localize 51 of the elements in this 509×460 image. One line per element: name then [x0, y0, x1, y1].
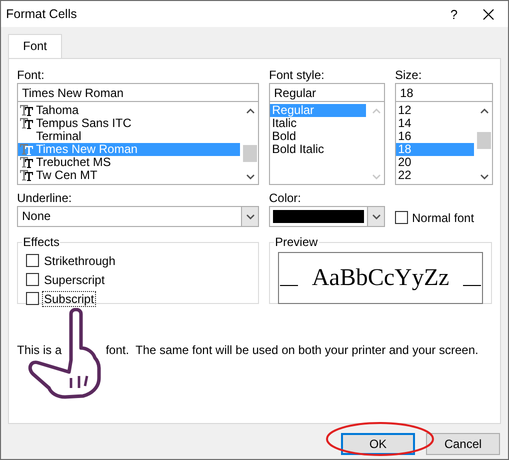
- checkbox[interactable]: [26, 254, 39, 267]
- checkbox[interactable]: [26, 292, 39, 305]
- list-item[interactable]: Bold Italic: [270, 143, 366, 156]
- list-item[interactable]: Bold: [270, 130, 366, 143]
- list-item[interactable]: 12: [396, 104, 474, 117]
- truetype-icon: [20, 118, 34, 129]
- field-label: Font:: [17, 68, 46, 83]
- scrollbar-thumb[interactable]: [477, 132, 491, 149]
- dialog-button[interactable]: Cancel: [426, 433, 500, 455]
- size-field[interactable]: 18: [395, 83, 493, 102]
- field-label: Color:: [269, 191, 302, 206]
- font-field[interactable]: Times New Roman: [17, 83, 259, 102]
- group-title: Preview: [274, 235, 319, 249]
- info-text: This is a: [17, 343, 62, 357]
- truetype-icon: [20, 170, 34, 181]
- checkbox-label[interactable]: Subscript: [42, 290, 96, 306]
- checkbox[interactable]: [26, 273, 39, 286]
- close-icon[interactable]: [483, 8, 494, 20]
- field-label: Underline:: [17, 191, 73, 206]
- list-item[interactable]: 20: [396, 156, 474, 169]
- checkbox-label[interactable]: Strikethrough: [42, 252, 118, 268]
- truetype-icon: [20, 144, 34, 155]
- list-item[interactable]: 22: [396, 169, 474, 182]
- info-text: font. The same font will be used on both your printer and your screen.: [106, 343, 478, 357]
- list-item[interactable]: Terminal: [18, 130, 240, 143]
- truetype-icon: [20, 157, 34, 168]
- list-item[interactable]: Tempus Sans ITC: [18, 117, 240, 130]
- color-dropdown[interactable]: [269, 206, 385, 227]
- list-item[interactable]: Italic: [270, 117, 366, 130]
- checkbox-label[interactable]: Normal font: [412, 210, 474, 224]
- list-item[interactable]: 14: [396, 117, 474, 130]
- preview-text: AaBbCcYyZz: [310, 264, 450, 292]
- window-title: Format Cells: [6, 7, 78, 21]
- dialog-button[interactable]: OK: [341, 433, 415, 455]
- list-item[interactable]: Tw Cen MT: [18, 169, 240, 182]
- underline-dropdown[interactable]: None: [17, 206, 259, 227]
- list-item[interactable]: Trebuchet MS: [18, 156, 240, 169]
- field-label: Font style:: [269, 68, 326, 83]
- scrollbar-thumb[interactable]: [243, 145, 257, 162]
- font-style-field[interactable]: Regular: [269, 83, 385, 102]
- checkbox[interactable]: [395, 211, 408, 224]
- field-label: Size:: [395, 68, 423, 83]
- checkbox-label[interactable]: Superscript: [42, 272, 107, 288]
- list-item[interactable]: 16: [396, 130, 474, 143]
- help-button[interactable]: ?: [439, 6, 469, 22]
- tab[interactable]: Font: [8, 34, 62, 58]
- caret-icon[interactable]: [372, 214, 380, 220]
- list-item[interactable]: Tahoma: [18, 104, 240, 117]
- caret-icon[interactable]: [246, 214, 254, 220]
- truetype-icon: [20, 105, 34, 116]
- group-title: Effects: [22, 235, 60, 249]
